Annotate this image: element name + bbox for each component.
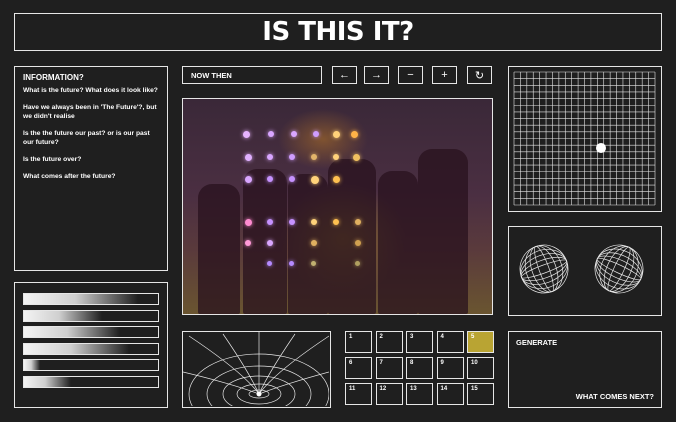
light-dot [311,240,317,246]
light-dot [245,240,251,246]
keypad-key-8[interactable]: 8 [406,357,433,379]
light-dot [351,131,358,138]
slider-3[interactable] [23,326,159,339]
page-title: IS THIS IT? [262,17,414,47]
slider-2[interactable] [23,309,159,322]
light-dot [289,219,295,225]
singularity-dot [256,391,262,397]
plus-icon: + [441,69,448,81]
arrow-right-icon: → [371,69,382,81]
grid-graphic [513,71,656,206]
light-dot [245,176,252,183]
light-dot [289,154,295,160]
keypad-key-14[interactable]: 14 [436,383,464,405]
light-dot [313,131,319,137]
forward-button[interactable]: → [364,66,389,84]
what-comes-next-button[interactable]: WHAT COMES NEXT? [576,392,654,401]
question-2: Have we always been in 'The Future'?, bu… [23,104,157,121]
video-viewer[interactable] [182,98,493,315]
question-3: Is the the future our past? or is our pa… [23,130,150,147]
light-dot [311,176,319,184]
light-dot [268,131,274,137]
generate-heading: GENERATE [516,338,558,347]
grid-cursor-dot [596,143,606,153]
light-dot [291,131,297,137]
back-button[interactable]: ← [332,66,357,84]
light-dot [267,154,273,160]
slider-fill [24,327,121,338]
keypad-key-4[interactable]: 4 [436,331,464,353]
light-dot [267,261,272,266]
slider-fill [24,360,41,371]
wormhole-panel [182,331,331,408]
light-dot [311,154,317,160]
figure-silhouette [198,184,240,314]
keypad-key-7[interactable]: 7 [375,357,403,379]
question-4: Is the future over? [23,156,82,164]
slider-fill [24,376,71,387]
light-dot [353,154,360,161]
keypad-key-3[interactable]: 3 [406,331,433,353]
figure-silhouette [288,174,328,314]
grid-panel[interactable] [508,66,662,212]
light-dot [289,176,295,182]
figure-silhouette [378,171,418,314]
keypad-key-12[interactable]: 12 [375,383,403,405]
light-dot [311,261,316,266]
generate-panel[interactable]: GENERATE WHAT COMES NEXT? [508,331,662,408]
keypad-key-11[interactable]: 11 [345,383,372,405]
information-heading: INFORMATION? [23,73,84,82]
keypad-key-9[interactable]: 9 [436,357,464,379]
wormhole-graphic [183,332,330,407]
question-1: What is the future? What does it look li… [23,87,158,94]
keypad-key-10[interactable]: 10 [467,357,494,379]
sliders-panel [14,282,168,408]
light-dot [355,219,361,225]
light-dot [289,261,294,266]
minus-icon: − [407,69,414,81]
keypad-key-13[interactable]: 13 [406,383,433,405]
information-panel: INFORMATION? What is the future? What do… [14,66,168,271]
reset-icon: ↻ [474,69,485,82]
keypad-key-6[interactable]: 6 [345,357,372,379]
slider-6[interactable] [23,375,159,388]
zoom-out-button[interactable]: − [398,66,423,84]
keypad-key-2[interactable]: 2 [375,331,403,353]
light-dot [311,219,317,225]
slider-fill [24,294,138,304]
question-5: What comes after the future? [23,173,116,181]
spheres-panel [508,226,662,316]
now-then-label-box: NOW THEN [182,66,322,84]
reset-button[interactable]: ↻ [467,66,492,84]
zoom-in-button[interactable]: + [432,66,457,84]
keypad-key-15[interactable]: 15 [467,383,494,405]
light-dot [333,176,340,183]
now-then-label: NOW THEN [191,70,232,80]
slider-1[interactable] [23,293,159,305]
figure-silhouette [418,149,468,314]
light-dot [267,176,273,182]
arrow-left-icon: ← [339,69,350,81]
light-dot [355,240,361,246]
light-dot [245,154,252,161]
light-dot [245,219,252,226]
keypad-key-1[interactable]: 1 [345,331,372,353]
light-dot [355,261,360,266]
light-dot [243,131,250,138]
wireframe-spheres [519,244,644,294]
slider-4[interactable] [23,342,159,355]
light-dot [333,219,339,225]
slider-fill [24,310,102,321]
keypad-key-5[interactable]: 5 [467,331,494,353]
light-dot [333,131,340,138]
title-bar: IS THIS IT? [14,13,662,51]
slider-5[interactable] [23,359,159,372]
light-dot [267,240,273,246]
light-dot [267,219,273,225]
slider-fill [24,343,129,354]
light-dot [333,154,339,160]
